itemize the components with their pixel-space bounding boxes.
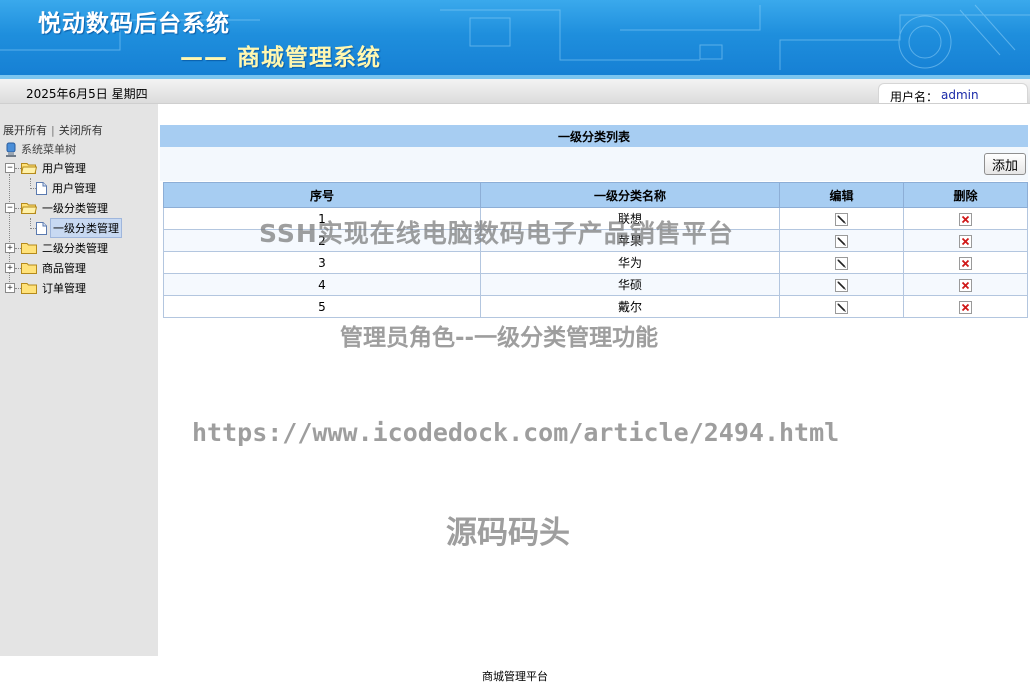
- cell-id: 3: [163, 251, 481, 274]
- page-icon: [36, 221, 47, 235]
- sidebar-group-label: 用户管理: [42, 162, 86, 175]
- table-row: 3 华为: [163, 251, 1028, 274]
- cell-id: 5: [163, 295, 481, 318]
- current-date: 2025年6月5日 星期四: [26, 87, 148, 101]
- cell-id: 2: [163, 229, 481, 252]
- add-button[interactable]: 添加: [984, 153, 1026, 175]
- user-label: 用户名：: [890, 90, 939, 104]
- footer: 商城管理平台: [0, 656, 1030, 699]
- sidebar: 展开所有 | 关闭所有 系统菜单树 − 用户管理 用户管理 − 一级分类管理 一级分…: [0, 104, 158, 656]
- cell-id: 4: [163, 273, 481, 296]
- info-bar: 2025年6月5日 星期四 用户名： admin: [0, 79, 1030, 104]
- table-row: 4 华硕: [163, 273, 1028, 296]
- cell-edit: [779, 295, 904, 318]
- sidebar-item-label: 用户管理: [52, 182, 96, 195]
- sidebar-group-orders[interactable]: + 订单管理: [5, 279, 88, 297]
- tree-root-label: 系统菜单树: [21, 143, 76, 156]
- sidebar-group-label: 订单管理: [42, 282, 86, 295]
- panel-title: 一级分类列表: [160, 125, 1028, 147]
- cell-name: 戴尔: [480, 295, 780, 318]
- pencil-edit-icon[interactable]: [835, 300, 848, 314]
- folder-icon: [21, 243, 37, 254]
- cell-edit: [779, 229, 904, 252]
- folder-open-icon: [21, 163, 37, 174]
- column-header-name: 一级分类名称: [480, 182, 780, 208]
- cell-edit: [779, 207, 904, 230]
- sidebar-item-label-selected: 一级分类管理: [50, 218, 122, 238]
- sidebar-group-label: 二级分类管理: [42, 242, 108, 255]
- user-name: admin: [941, 88, 979, 102]
- expand-controls: 展开所有 | 关闭所有: [3, 122, 103, 138]
- delete-x-icon[interactable]: [959, 278, 972, 292]
- tree-root-icon: [6, 142, 16, 157]
- category-table: 序号 一级分类名称 编辑 删除 1 联想 2 苹果 3 华为 4 华硕 5 戴尔: [163, 182, 1028, 318]
- sidebar-group-users[interactable]: − 用户管理: [5, 159, 88, 177]
- pencil-edit-icon[interactable]: [835, 212, 848, 226]
- cell-delete: [903, 295, 1028, 318]
- header-banner: 悦动数码后台系统 —— 商城管理系统: [0, 0, 1030, 75]
- page-icon: [36, 181, 47, 195]
- expand-toggle-icon[interactable]: +: [5, 263, 15, 273]
- cell-delete: [903, 273, 1028, 296]
- column-header-edit: 编辑: [779, 182, 904, 208]
- delete-x-icon[interactable]: [959, 256, 972, 270]
- cell-id: 1: [163, 207, 481, 230]
- delete-x-icon[interactable]: [959, 234, 972, 248]
- sidebar-group-label: 商品管理: [42, 262, 86, 275]
- expand-all-link[interactable]: 展开所有: [3, 124, 47, 137]
- expand-toggle-icon[interactable]: +: [5, 243, 15, 253]
- collapse-all-link[interactable]: 关闭所有: [59, 124, 103, 137]
- toolbar: 添加: [160, 147, 1028, 181]
- expand-separator: |: [51, 124, 55, 137]
- folder-icon: [21, 263, 37, 274]
- watermark-brand: 源码码头: [446, 515, 570, 551]
- cell-delete: [903, 229, 1028, 252]
- folder-icon: [21, 283, 37, 294]
- pencil-edit-icon[interactable]: [835, 234, 848, 248]
- cell-delete: [903, 207, 1028, 230]
- user-box: 用户名： admin: [878, 83, 1028, 104]
- delete-x-icon[interactable]: [959, 212, 972, 226]
- folder-open-icon: [21, 203, 37, 214]
- cell-name: 华硕: [480, 273, 780, 296]
- cell-edit: [779, 273, 904, 296]
- tree-root[interactable]: 系统菜单树: [5, 141, 76, 157]
- cell-name: 华为: [480, 251, 780, 274]
- footer-text: 商城管理平台: [482, 670, 548, 683]
- expand-toggle-icon[interactable]: +: [5, 283, 15, 293]
- collapse-toggle-icon[interactable]: −: [5, 163, 15, 173]
- pencil-edit-icon[interactable]: [835, 278, 848, 292]
- delete-x-icon[interactable]: [959, 300, 972, 314]
- table-row: 5 戴尔: [163, 295, 1028, 318]
- app-title: 悦动数码后台系统: [38, 11, 230, 37]
- table-header-row: 序号 一级分类名称 编辑 删除: [163, 182, 1028, 208]
- sidebar-item-users[interactable]: 用户管理: [30, 179, 98, 197]
- sidebar-item-category-1[interactable]: 一级分类管理: [30, 218, 122, 238]
- cell-name: 联想: [480, 207, 780, 230]
- column-header-id: 序号: [163, 182, 481, 208]
- table-row: 2 苹果: [163, 229, 1028, 252]
- sidebar-group-products[interactable]: + 商品管理: [5, 259, 88, 277]
- app-subtitle: —— 商城管理系统: [180, 45, 382, 71]
- watermark-url: https://www.icodedock.com/article/2494.h…: [192, 418, 840, 447]
- sidebar-group-category-2[interactable]: + 二级分类管理: [5, 239, 110, 257]
- cell-delete: [903, 251, 1028, 274]
- pencil-edit-icon[interactable]: [835, 256, 848, 270]
- cell-name: 苹果: [480, 229, 780, 252]
- sidebar-group-label: 一级分类管理: [42, 202, 108, 215]
- column-header-delete: 删除: [903, 182, 1028, 208]
- watermark-subtitle: 管理员角色--一级分类管理功能: [340, 325, 659, 351]
- collapse-toggle-icon[interactable]: −: [5, 203, 15, 213]
- cell-edit: [779, 251, 904, 274]
- sidebar-group-category-1[interactable]: − 一级分类管理: [5, 199, 110, 217]
- table-row: 1 联想: [163, 207, 1028, 230]
